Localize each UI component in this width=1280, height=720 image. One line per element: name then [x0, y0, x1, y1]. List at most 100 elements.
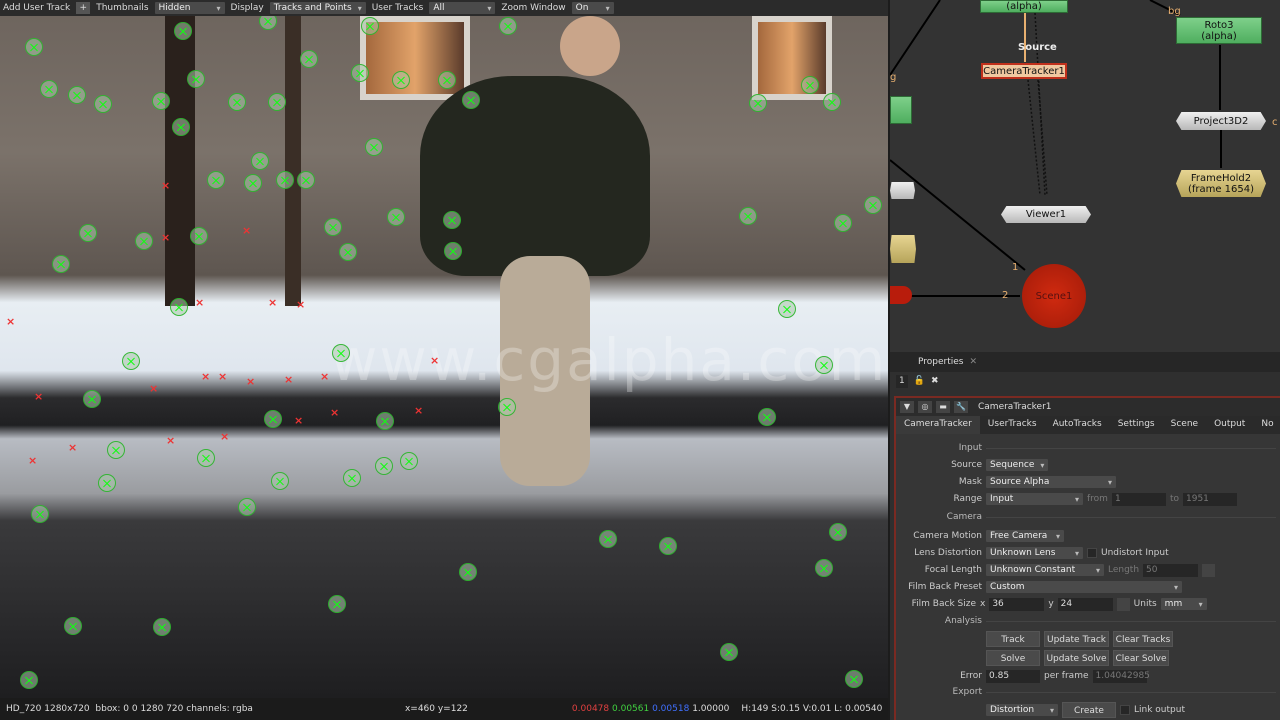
track-point[interactable] — [271, 472, 289, 490]
properties-tab[interactable]: Properties — [918, 357, 963, 367]
node-partial-gold[interactable] — [890, 235, 916, 263]
length-animation-button[interactable] — [1202, 563, 1216, 577]
tab-more[interactable]: No — [1253, 416, 1280, 434]
track-point[interactable] — [122, 352, 140, 370]
track-point[interactable] — [815, 356, 833, 374]
create-button[interactable]: Create — [1062, 702, 1116, 718]
track-point[interactable] — [297, 171, 315, 189]
track-point[interactable] — [197, 449, 215, 467]
track-point[interactable] — [392, 71, 410, 89]
node-top-alpha[interactable]: (alpha) — [980, 0, 1068, 13]
track-point[interactable] — [174, 22, 192, 40]
track-point[interactable] — [170, 298, 188, 316]
error-field[interactable]: 0.85 — [986, 669, 1040, 683]
track-point[interactable] — [815, 559, 833, 577]
film-back-y-field[interactable]: 24 — [1057, 597, 1113, 611]
track-point[interactable] — [749, 94, 767, 112]
source-dropdown[interactable]: Sequence — [986, 459, 1048, 471]
track-point[interactable] — [52, 255, 70, 273]
track-point[interactable] — [328, 595, 346, 613]
range-dropdown[interactable]: Input — [986, 493, 1083, 505]
clear-panels-icon[interactable]: ✖ — [931, 376, 939, 386]
track-point[interactable] — [829, 523, 847, 541]
track-point[interactable] — [459, 563, 477, 581]
tab-scene[interactable]: Scene — [1163, 416, 1206, 434]
update-solve-button[interactable]: Update Solve — [1044, 650, 1109, 666]
track-point[interactable] — [864, 196, 882, 214]
track-point[interactable] — [324, 218, 342, 236]
display-dropdown[interactable]: Tracks and Points — [269, 2, 366, 14]
track-point[interactable] — [25, 38, 43, 56]
track-point[interactable] — [64, 617, 82, 635]
track-point[interactable] — [259, 16, 277, 30]
track-point[interactable] — [98, 474, 116, 492]
node-name-field[interactable]: CameraTracker1 — [978, 402, 1052, 412]
wrench-icon[interactable]: 🔧 — [954, 401, 968, 413]
node-camera-tracker[interactable]: CameraTracker1 — [981, 63, 1067, 79]
track-point[interactable] — [834, 214, 852, 232]
track-point[interactable] — [276, 171, 294, 189]
tab-autotracks[interactable]: AutoTracks — [1045, 416, 1110, 434]
track-point[interactable] — [207, 171, 225, 189]
track-point[interactable] — [659, 537, 677, 555]
track-point[interactable] — [135, 232, 153, 250]
clear-solve-button[interactable]: Clear Solve — [1113, 650, 1169, 666]
track-point[interactable] — [153, 618, 171, 636]
track-point[interactable] — [376, 412, 394, 430]
track-point[interactable] — [739, 207, 757, 225]
track-point[interactable] — [758, 408, 776, 426]
add-user-track-button[interactable]: + — [76, 2, 91, 14]
user-tracks-dropdown[interactable]: All — [429, 2, 496, 14]
track-point[interactable] — [187, 70, 205, 88]
node-partial-grey[interactable] — [890, 182, 915, 199]
track-point[interactable] — [68, 86, 86, 104]
track-point[interactable] — [462, 91, 480, 109]
track-point[interactable] — [443, 211, 461, 229]
track-point[interactable] — [400, 452, 418, 470]
node-viewer[interactable]: Viewer1 — [1001, 206, 1091, 223]
camera-motion-dropdown[interactable]: Free Camera — [986, 530, 1064, 542]
track-point[interactable] — [264, 410, 282, 428]
track-point[interactable] — [365, 138, 383, 156]
track-point[interactable] — [332, 344, 350, 362]
track-point[interactable] — [190, 227, 208, 245]
tab-settings[interactable]: Settings — [1110, 416, 1163, 434]
thumbnails-dropdown[interactable]: Hidden — [154, 2, 225, 14]
track-point[interactable] — [31, 505, 49, 523]
track-point[interactable] — [801, 76, 819, 94]
track-point[interactable] — [343, 469, 361, 487]
track-point[interactable] — [152, 92, 170, 110]
view-node-icon[interactable]: ◎ — [918, 401, 932, 413]
update-track-button[interactable]: Update Track — [1044, 631, 1109, 647]
zoom-window-dropdown[interactable]: On — [571, 2, 614, 14]
collapse-icon[interactable]: ▼ — [900, 401, 914, 413]
track-point[interactable] — [720, 643, 738, 661]
solve-button[interactable]: Solve — [986, 650, 1040, 666]
node-framehold[interactable]: FrameHold2 (frame 1654) — [1176, 170, 1266, 197]
track-point[interactable] — [845, 670, 863, 688]
track-point[interactable] — [438, 71, 456, 89]
film-back-x-field[interactable]: 36 — [989, 597, 1045, 611]
clear-tracks-button[interactable]: Clear Tracks — [1113, 631, 1173, 647]
track-point[interactable] — [20, 671, 38, 689]
undistort-input-checkbox[interactable] — [1087, 548, 1097, 558]
track-point[interactable] — [79, 224, 97, 242]
track-button[interactable]: Track — [986, 631, 1040, 647]
node-partial-red[interactable] — [890, 286, 912, 304]
track-point[interactable] — [251, 152, 269, 170]
track-point[interactable] — [361, 17, 379, 35]
film-back-preset-dropdown[interactable]: Custom — [986, 581, 1182, 593]
units-dropdown[interactable]: mm — [1160, 598, 1207, 610]
track-point[interactable] — [351, 64, 369, 82]
tab-cameratracker[interactable]: CameraTracker — [896, 416, 980, 434]
track-point[interactable] — [172, 118, 190, 136]
track-point[interactable] — [778, 300, 796, 318]
node-graph[interactable]: (alpha) Roto3 (alpha) bg Source CameraTra… — [890, 0, 1280, 352]
track-point[interactable] — [823, 93, 841, 111]
range-to-field[interactable]: 1951 — [1183, 492, 1237, 506]
close-icon[interactable]: ✕ — [969, 357, 977, 367]
track-point[interactable] — [94, 95, 112, 113]
focal-length-dropdown[interactable]: Unknown Constant — [986, 564, 1104, 576]
max-panels-field[interactable]: 1 — [896, 374, 908, 388]
track-point[interactable] — [375, 457, 393, 475]
